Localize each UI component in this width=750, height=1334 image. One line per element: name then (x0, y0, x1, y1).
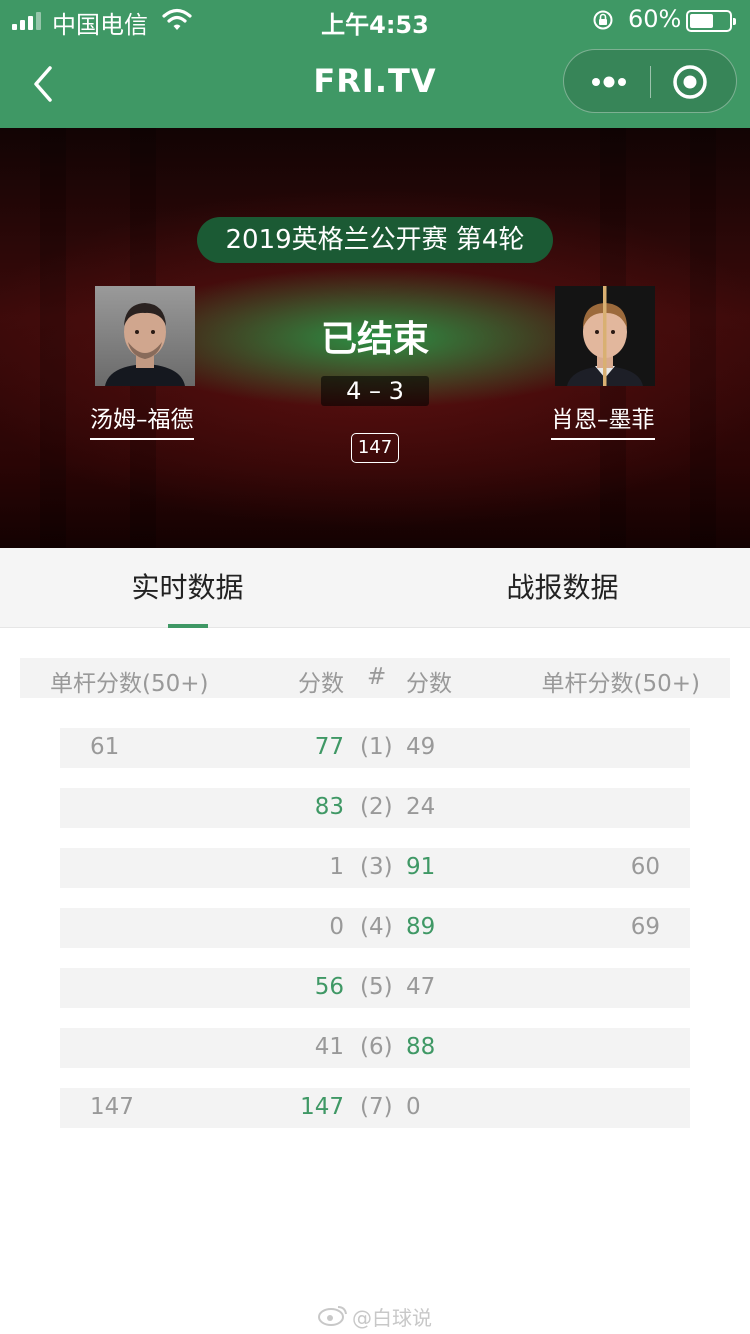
header-score-right: 分数 (406, 671, 452, 697)
cell-score-right: 24 (406, 794, 436, 820)
match-hero: 2019英格兰公开赛 第4轮 汤姆–福德 肖恩–墨菲 已结束 4 – 3 147 (0, 128, 750, 548)
nav-bar: FRI.TV (0, 40, 750, 128)
cell-score-right: 91 (406, 854, 436, 880)
cell-break-left: 61 (90, 734, 120, 760)
table-row: 147 147 (7) 0 (60, 1088, 690, 1128)
cell-score-left: 77 (314, 734, 344, 760)
match-score: 4 – 3 (321, 376, 429, 406)
cell-score-right: 0 (406, 1094, 421, 1120)
tab-bar: 实时数据 战报数据 (0, 548, 750, 628)
table-row: 61 77 (1) 49 (60, 728, 690, 768)
orientation-lock-icon (593, 10, 613, 30)
capsule-divider (650, 66, 651, 98)
top-bar: 中国电信 上午4:53 60% FRI.TV (0, 0, 750, 128)
match-status: 已结束 (320, 319, 429, 360)
cell-score-left: 147 (300, 1094, 344, 1120)
cell-frame: (4) (360, 914, 393, 940)
miniprogram-capsule (563, 49, 737, 113)
table-row: 56 (5) 47 (60, 968, 690, 1008)
cell-frame: (6) (360, 1034, 393, 1060)
max-break-badge: 147 (351, 433, 399, 463)
tab-match-report[interactable]: 战报数据 (375, 548, 750, 628)
cell-score-left: 41 (314, 1034, 344, 1060)
cell-score-right: 88 (406, 1034, 436, 1060)
battery-icon (686, 10, 736, 32)
cell-frame: (2) (360, 794, 393, 820)
table-header: 单杆分数(50+) 分数 # 分数 单杆分数(50+) (20, 658, 730, 698)
player-left-name[interactable]: 汤姆–福德 (90, 400, 194, 440)
battery-percent: 60% (628, 5, 682, 33)
cell-score-right: 47 (406, 974, 436, 1000)
cell-score-right: 89 (406, 914, 436, 940)
cell-frame: (7) (360, 1094, 393, 1120)
watermark: @白球说 (318, 1302, 438, 1330)
status-bar: 中国电信 上午4:53 60% (0, 0, 750, 40)
cell-frame: (3) (360, 854, 393, 880)
cell-score-right: 49 (406, 734, 436, 760)
watermark-text: @白球说 (352, 1306, 432, 1330)
cell-score-left: 0 (329, 914, 344, 940)
cell-score-left: 56 (314, 974, 344, 1000)
player-right-name[interactable]: 肖恩–墨菲 (551, 400, 655, 440)
cell-break-right: 69 (630, 914, 660, 940)
cell-score-left: 83 (314, 794, 344, 820)
header-frame: # (367, 664, 387, 690)
target-icon[interactable] (672, 64, 708, 100)
cell-score-left: 1 (329, 854, 344, 880)
more-icon[interactable] (584, 64, 634, 100)
cell-frame: (1) (360, 734, 393, 760)
active-tab-indicator (168, 624, 208, 628)
table-row: 83 (2) 24 (60, 788, 690, 828)
event-title: 2019英格兰公开赛 第4轮 (197, 217, 553, 263)
cell-break-right: 60 (630, 854, 660, 880)
table-row: 41 (6) 88 (60, 1028, 690, 1068)
table-row: 1 (3) 91 60 (60, 848, 690, 888)
header-score-left: 分数 (298, 671, 344, 697)
tab-live-data[interactable]: 实时数据 (0, 548, 375, 628)
weibo-logo-icon (318, 1306, 347, 1326)
table-row: 0 (4) 89 69 (60, 908, 690, 948)
header-break-right: 单杆分数(50+) (541, 671, 700, 697)
cell-frame: (5) (360, 974, 393, 1000)
header-break-left: 单杆分数(50+) (50, 671, 209, 697)
cell-break-left: 147 (90, 1094, 134, 1120)
